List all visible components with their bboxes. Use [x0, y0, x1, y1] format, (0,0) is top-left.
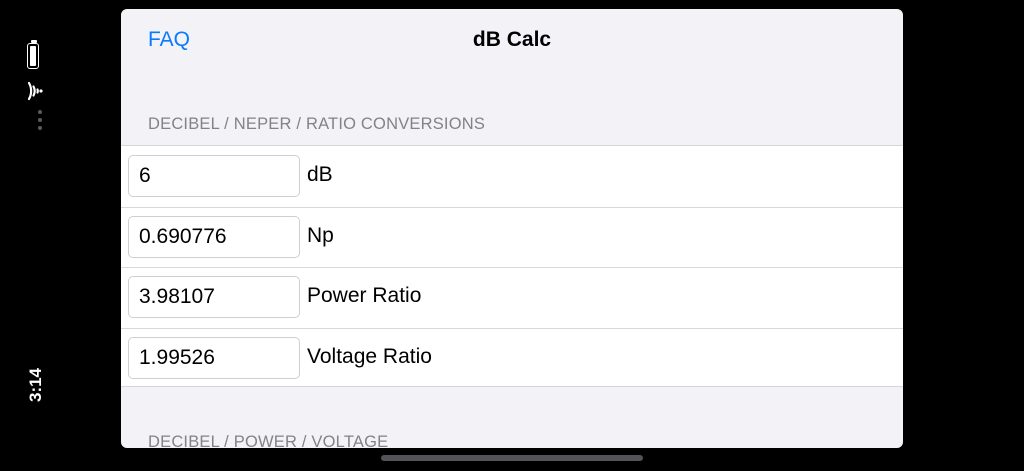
voltage-ratio-label: Voltage Ratio	[307, 344, 432, 368]
voltage-ratio-input[interactable]	[128, 336, 300, 379]
db-label: dB	[307, 163, 333, 186]
list-item-voltage-ratio: Voltage Ratio	[121, 327, 903, 389]
np-input[interactable]	[128, 215, 300, 258]
power-ratio-label: Power Ratio	[307, 284, 422, 307]
section-header-power-voltage: DECIBEL / POWER / VOLTAGE	[148, 433, 389, 448]
list-item-db: dB	[121, 146, 903, 207]
np-label: Np	[307, 223, 334, 247]
navigation-bar: FAQ dB Calc	[121, 9, 903, 71]
conversions-group: dB Np Power Ratio Voltage Ratio	[121, 145, 903, 387]
calculator-sheet: FAQ dB Calc DECIBEL / NEPER / RATIO CONV…	[121, 9, 903, 448]
power-ratio-input[interactable]	[128, 276, 300, 318]
wifi-icon	[27, 81, 43, 101]
status-rail: 3:14	[0, 0, 72, 471]
list-item-np: Np	[121, 206, 903, 268]
home-indicator[interactable]	[381, 455, 643, 461]
section-header-conversions: DECIBEL / NEPER / RATIO CONVERSIONS	[148, 115, 486, 133]
grabber-icon	[38, 110, 42, 134]
page-title: dB Calc	[472, 28, 552, 51]
battery-icon	[27, 40, 41, 70]
list-item-power-ratio: Power Ratio	[121, 267, 903, 328]
status-time: 3:14	[26, 367, 45, 403]
db-input[interactable]	[128, 155, 300, 197]
